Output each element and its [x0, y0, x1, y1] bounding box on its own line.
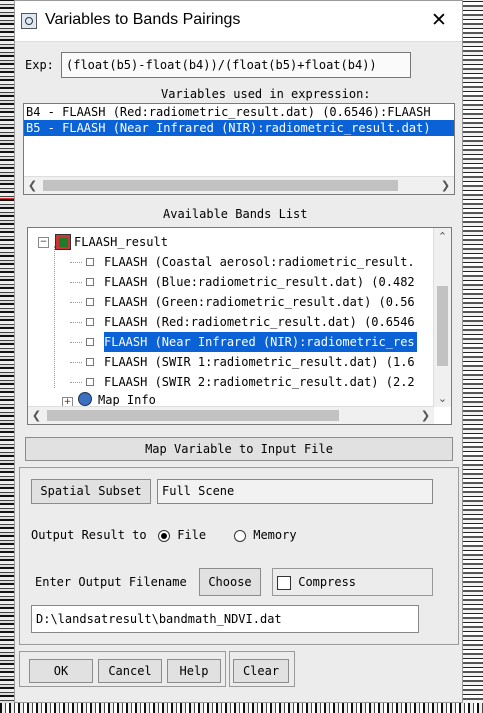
scroll-down-icon[interactable]: ⌄ — [434, 390, 451, 407]
band-pairing-dialog: Variables to Bands Pairings ✕ Exp: (floa… — [14, 0, 463, 703]
band-item[interactable]: FLAASH (Blue:radiometric_result.dat) (0.… — [104, 272, 417, 292]
compress-option[interactable]: Compress — [272, 568, 433, 596]
variables-heading: Variables used in expression: — [161, 87, 371, 101]
scroll-thumb[interactable] — [47, 410, 339, 421]
tree-connector — [70, 342, 82, 343]
compress-checkbox[interactable] — [277, 575, 291, 590]
scroll-up-icon[interactable]: ⌃ — [434, 228, 451, 245]
window-title: Variables to Bands Pairings — [45, 11, 241, 28]
scroll-right-icon[interactable]: ❯ — [417, 407, 434, 424]
tree-connector — [70, 262, 82, 263]
collapse-icon[interactable]: − — [38, 237, 49, 248]
band-leaf-icon — [86, 258, 94, 266]
radio-file-label: File — [177, 528, 207, 542]
cancel-button[interactable]: Cancel — [98, 659, 162, 683]
choose-button[interactable]: Choose — [199, 568, 261, 596]
compress-label: Compress — [298, 575, 357, 589]
ok-button[interactable]: OK — [29, 659, 93, 683]
scroll-thumb[interactable] — [437, 286, 448, 366]
band-leaf-icon — [86, 298, 94, 306]
help-button[interactable]: Help — [167, 659, 221, 683]
radio-file-icon[interactable] — [158, 529, 170, 542]
radio-memory-icon[interactable] — [234, 529, 246, 542]
expression-label: Exp: — [25, 58, 54, 72]
raster-file-icon — [55, 234, 71, 250]
output-filename-input[interactable]: D:\landsatresult\bandmath_NDVI.dat — [31, 605, 419, 633]
radio-memory[interactable]: Memory — [234, 528, 297, 542]
variable-item[interactable]: B5 - FLAASH (Near Infrared (NIR):radiome… — [24, 120, 454, 136]
radio-memory-label: Memory — [253, 528, 297, 542]
band-item[interactable]: FLAASH (SWIR 1:radiometric_result.dat) (… — [104, 352, 417, 372]
band-item[interactable]: FLAASH (Near Infrared (NIR):radiometric_… — [104, 332, 417, 352]
tree-connector — [70, 322, 82, 323]
output-filename-label: Enter Output Filename — [35, 575, 187, 589]
spatial-subset-button[interactable]: Spatial Subset — [31, 479, 151, 504]
band-item[interactable]: FLAASH (Green:radiometric_result.dat) (0… — [104, 292, 417, 312]
bands-hscrollbar[interactable]: ❮ ❯ — [28, 406, 434, 424]
band-leaf-icon — [86, 318, 94, 326]
band-item[interactable]: FLAASH (SWIR 2:radiometric_result.dat) (… — [104, 372, 417, 392]
variable-item[interactable]: B4 - FLAASH (Red:radiometric_result.dat)… — [24, 104, 454, 120]
tree-root-label[interactable]: FLAASH_result — [74, 232, 168, 252]
spatial-subset-value: Full Scene — [157, 479, 433, 504]
clear-button[interactable]: Clear — [233, 659, 289, 683]
tree-connector — [70, 382, 82, 383]
app-icon — [21, 13, 37, 29]
background-red-line — [0, 198, 14, 199]
close-button[interactable]: ✕ — [426, 7, 452, 33]
scroll-right-icon[interactable]: ❯ — [437, 177, 454, 194]
background-image-left — [0, 0, 14, 713]
background-image-right — [463, 0, 483, 713]
bands-tree[interactable]: − FLAASH_result FLAASH (Coastal aerosol:… — [27, 227, 452, 425]
scroll-left-icon[interactable]: ❮ — [24, 177, 41, 194]
bands-vscrollbar[interactable]: ⌃ ⌄ — [433, 228, 451, 407]
variables-hscrollbar[interactable]: ❮ ❯ — [24, 176, 454, 194]
globe-icon — [78, 392, 92, 406]
tree-connector — [70, 302, 82, 303]
tree-connector — [54, 246, 55, 388]
band-leaf-icon — [86, 378, 94, 386]
map-variable-button[interactable]: Map Variable to Input File — [25, 437, 453, 461]
bands-heading: Available Bands List — [163, 207, 308, 221]
scroll-left-icon[interactable]: ❮ — [28, 407, 45, 424]
band-leaf-icon — [86, 358, 94, 366]
background-image-bottom — [0, 703, 483, 713]
title-bar: Variables to Bands Pairings ✕ — [15, 1, 462, 42]
band-leaf-icon — [86, 338, 94, 346]
band-item[interactable]: FLAASH (Coastal aerosol:radiometric_resu… — [104, 252, 417, 272]
scroll-thumb[interactable] — [43, 180, 398, 191]
expression-field: (float(b5)-float(b4))/(float(b5)+float(b… — [61, 52, 411, 78]
tree-connector — [70, 282, 82, 283]
tree-connector — [70, 362, 82, 363]
output-result-label: Output Result to — [31, 528, 147, 542]
variables-list[interactable]: B4 - FLAASH (Red:radiometric_result.dat)… — [23, 103, 455, 195]
band-leaf-icon — [86, 278, 94, 286]
radio-file[interactable]: File — [158, 528, 206, 542]
band-item[interactable]: FLAASH (Red:radiometric_result.dat) (0.6… — [104, 312, 417, 332]
